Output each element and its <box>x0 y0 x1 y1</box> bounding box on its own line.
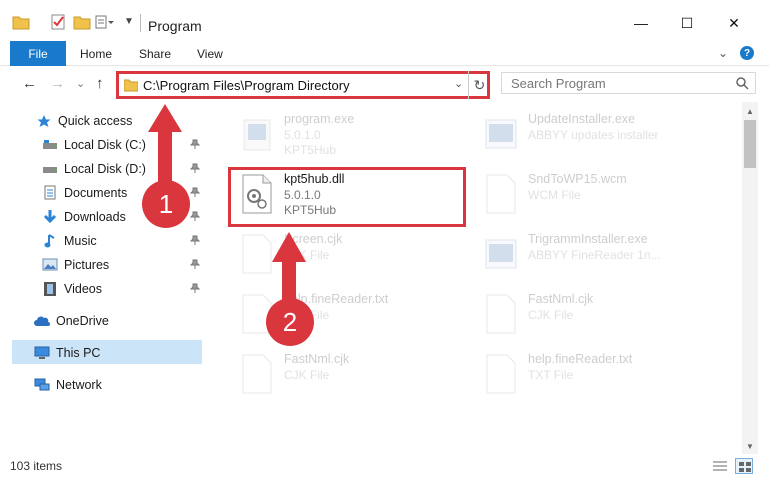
arrow-1 <box>148 104 182 188</box>
step-2-badge: 2 <box>266 298 314 346</box>
arrow-2 <box>272 232 306 302</box>
step-1-badge: 1 <box>142 180 190 228</box>
annotation-overlay <box>148 104 306 302</box>
